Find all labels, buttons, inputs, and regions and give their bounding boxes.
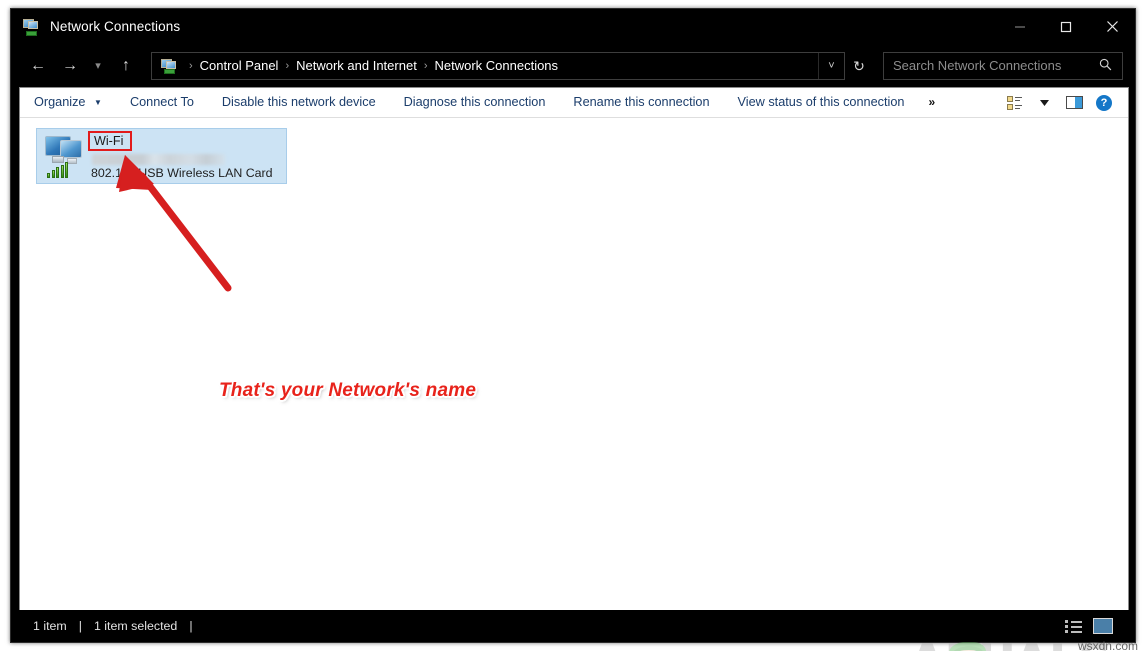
command-connect-to[interactable]: Connect To	[116, 88, 208, 117]
close-button[interactable]	[1089, 9, 1135, 44]
status-item-count: 1 item	[33, 619, 67, 633]
command-bar-icons: ?	[1000, 89, 1128, 117]
breadcrumb-separator-icon: ›	[285, 60, 289, 72]
network-adapter-icon	[43, 134, 89, 178]
search-placeholder: Search Network Connections	[884, 58, 1099, 73]
breadcrumb-item-control-panel[interactable]: Control Panel	[200, 58, 279, 73]
status-selection: 1 item selected	[94, 619, 177, 633]
command-rename-this-connection[interactable]: Rename this connection	[559, 88, 723, 117]
network-connections-icon	[22, 18, 40, 36]
preview-pane-icon[interactable]	[1060, 89, 1088, 117]
command-overflow-button[interactable]: »	[918, 88, 945, 117]
status-bar: 1 item | 1 item selected |	[11, 610, 1135, 642]
maximize-button[interactable]	[1043, 9, 1089, 44]
navigation-buttons: ← → ▾ ↑	[23, 51, 141, 81]
breadcrumb-separator-icon: ›	[189, 60, 193, 72]
breadcrumb-item-network-connections[interactable]: Network Connections	[434, 58, 558, 73]
command-view-status-of-this-connection[interactable]: View status of this connection	[724, 88, 919, 117]
window-title: Network Connections	[50, 19, 180, 34]
connection-name-highlight-box	[88, 131, 132, 151]
forward-arrow-icon[interactable]: →	[55, 51, 85, 81]
content-area: Organize ▼ Connect To Disable this netwo…	[19, 87, 1129, 612]
window-controls	[997, 9, 1135, 44]
connection-ssid-redacted	[92, 154, 225, 165]
status-text-group: 1 item | 1 item selected |	[11, 619, 205, 633]
signal-bars-icon	[47, 162, 69, 178]
details-view-icon[interactable]	[1065, 618, 1085, 634]
site-watermark: wsxdn.com	[1078, 639, 1138, 651]
command-diagnose-this-connection[interactable]: Diagnose this connection	[390, 88, 560, 117]
back-arrow-icon[interactable]: ←	[23, 51, 53, 81]
screenshot-root: Network Connections ← → ▾ ↑	[0, 0, 1146, 651]
connections-list: Wi-Fi 802.11n USB Wireless LAN Card That…	[20, 118, 1128, 611]
status-separator: |	[79, 619, 82, 633]
status-separator: |	[189, 619, 192, 633]
explorer-window: Network Connections ← → ▾ ↑	[10, 8, 1136, 643]
annotation-text: That's your Network's name	[219, 380, 476, 402]
list-item[interactable]: Wi-Fi 802.11n USB Wireless LAN Card	[36, 128, 287, 184]
breadcrumb-separator-icon: ›	[424, 60, 428, 72]
status-view-buttons	[1065, 618, 1135, 634]
minimize-button[interactable]	[997, 9, 1043, 44]
red-arrow	[20, 118, 1128, 611]
view-options-chevron-down-icon[interactable]	[1030, 89, 1058, 117]
help-icon[interactable]: ?	[1090, 89, 1118, 117]
refresh-icon[interactable]: ↻	[845, 53, 873, 79]
connection-adapter-name: 802.11n USB Wireless LAN Card	[91, 166, 273, 180]
breadcrumb-chevron-down-icon[interactable]: ˅	[818, 53, 844, 79]
view-options-icon[interactable]	[1000, 89, 1028, 117]
breadcrumb[interactable]: › Control Panel › Network and Internet ›…	[151, 52, 845, 80]
command-organize[interactable]: Organize ▼	[20, 88, 116, 118]
address-bar-row: ← → ▾ ↑ › Control Panel › Network and In…	[11, 44, 1135, 87]
path-network-connections-icon	[160, 58, 176, 74]
up-arrow-icon[interactable]: ↑	[111, 51, 141, 81]
title-bar: Network Connections	[11, 9, 1135, 44]
command-disable-this-network-device[interactable]: Disable this network device	[208, 88, 390, 117]
search-icon[interactable]	[1099, 58, 1122, 74]
command-bar: Organize ▼ Connect To Disable this netwo…	[20, 88, 1128, 118]
breadcrumb-item-network-and-internet[interactable]: Network and Internet	[296, 58, 417, 73]
command-organize-label: Organize	[34, 95, 85, 109]
large-icons-view-icon[interactable]	[1093, 618, 1113, 634]
help-glyph: ?	[1096, 95, 1112, 111]
recent-locations-chevron-down-icon[interactable]: ▾	[87, 51, 109, 81]
chevron-down-icon: ▼	[94, 98, 102, 107]
search-input[interactable]: Search Network Connections	[883, 52, 1123, 80]
